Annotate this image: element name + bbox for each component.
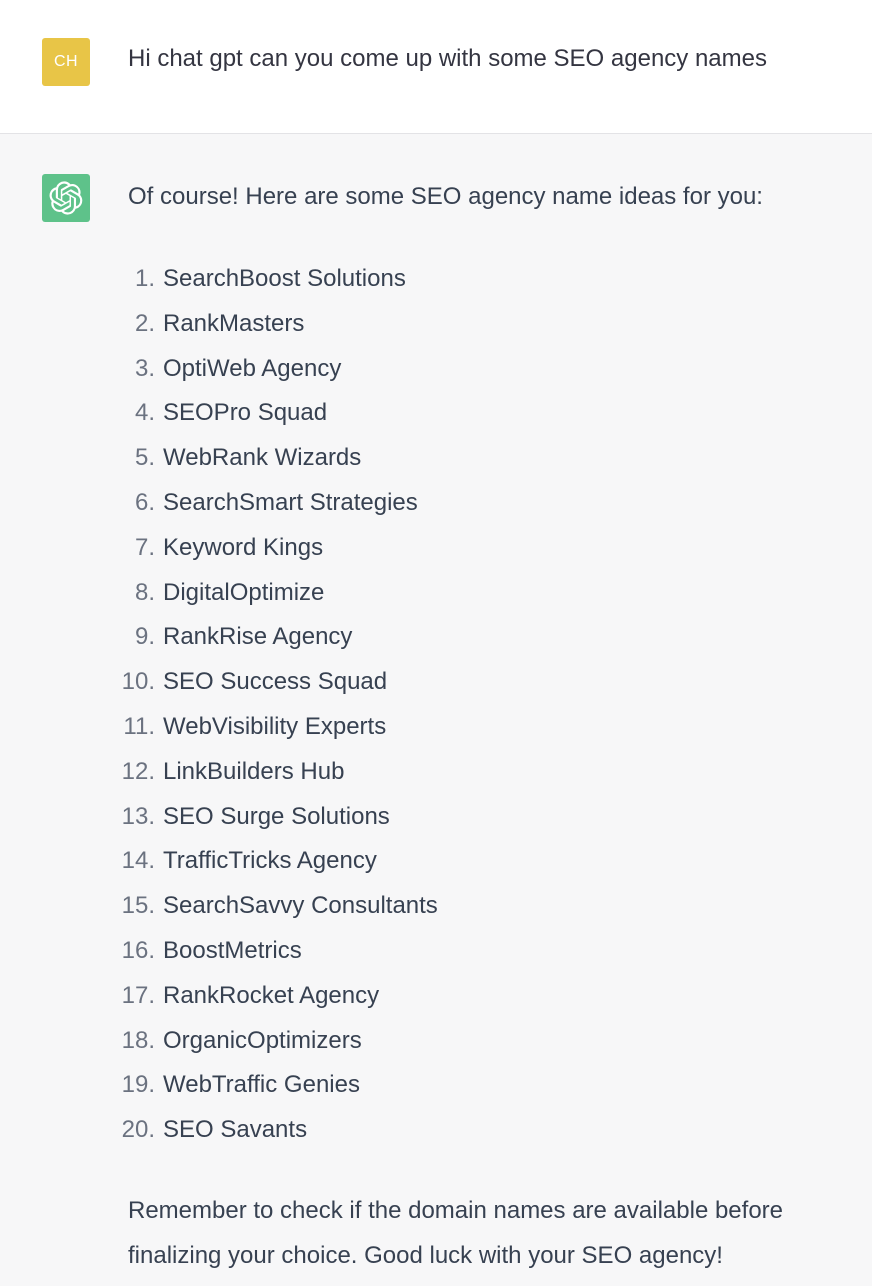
list-item: 10. SEO Success Squad bbox=[122, 660, 838, 705]
list-item: 14. TrafficTricks Agency bbox=[122, 839, 838, 884]
agency-name-list: 1. SearchBoost Solutions 2. RankMasters 3.… bbox=[122, 257, 838, 1153]
list-item: 2. RankMasters bbox=[128, 302, 838, 347]
list-item-name: Keyword Kings bbox=[163, 533, 324, 561]
assistant-message: Of course! Here are some SEO agency name… bbox=[0, 134, 872, 1286]
list-item-number: 1. bbox=[134, 265, 155, 292]
assistant-message-content: Of course! Here are some SEO agency name… bbox=[122, 180, 838, 1278]
list-item-name: WebRank Wizards bbox=[163, 444, 362, 472]
user-avatar-initials: CH bbox=[53, 53, 79, 70]
list-item: 13. SEO Surge Solutions bbox=[122, 795, 838, 840]
list-item-name: BoostMetrics bbox=[163, 936, 302, 964]
list-item-number: 17. bbox=[121, 981, 155, 1009]
list-item: 11. WebVisibility Experts bbox=[123, 705, 838, 750]
openai-logo-icon bbox=[49, 181, 83, 215]
list-item: 4. SEOPro Squad bbox=[128, 391, 838, 436]
list-item-number: 20. bbox=[121, 1116, 155, 1144]
list-item: 1. SearchBoost Solutions bbox=[128, 257, 838, 302]
list-item: 17. RankRocket Agency bbox=[122, 974, 838, 1019]
list-item-name: OrganicOptimizers bbox=[163, 1026, 362, 1054]
list-item-name: RankRise Agency bbox=[163, 623, 353, 651]
list-item-name: SEOPro Squad bbox=[163, 399, 328, 427]
list-item: 15. SearchSavvy Consultants bbox=[122, 884, 838, 929]
list-item-name: SearchSmart Strategies bbox=[163, 488, 418, 516]
list-item-number: 13. bbox=[121, 802, 155, 830]
user-message: CH Hi chat gpt can you come up with some… bbox=[0, 0, 872, 134]
list-item: 8. DigitalOptimize bbox=[128, 571, 838, 616]
list-item-name: SearchBoost Solutions bbox=[163, 265, 406, 292]
list-item-number: 2. bbox=[134, 309, 155, 337]
list-item-number: 6. bbox=[134, 488, 155, 516]
list-item-name: OptiWeb Agency bbox=[163, 354, 342, 382]
assistant-outro-text: Remember to check if the domain names ar… bbox=[128, 1196, 784, 1269]
list-item-number: 11. bbox=[123, 712, 155, 740]
list-item: 20. SEO Savants bbox=[122, 1108, 838, 1153]
list-item-number: 9. bbox=[134, 623, 155, 651]
list-item-number: 8. bbox=[134, 578, 155, 606]
list-item-number: 19. bbox=[121, 1071, 155, 1099]
list-item-number: 12. bbox=[121, 757, 155, 785]
user-message-text: Hi chat gpt can you come up with some SE… bbox=[128, 45, 767, 72]
list-item-name: WebTraffic Genies bbox=[163, 1071, 360, 1099]
list-item: 18. OrganicOptimizers bbox=[122, 1019, 838, 1064]
list-item: 12. LinkBuilders Hub bbox=[122, 750, 838, 795]
list-item-name: SearchSavvy Consultants bbox=[163, 892, 438, 920]
list-item: 16. BoostMetrics bbox=[122, 929, 838, 974]
list-item-name: DigitalOptimize bbox=[163, 578, 325, 606]
list-item: 9. RankRise Agency bbox=[128, 615, 838, 660]
assistant-avatar bbox=[42, 174, 90, 222]
list-item: 3. OptiWeb Agency bbox=[128, 347, 838, 392]
assistant-intro-text: Of course! Here are some SEO agency name… bbox=[128, 183, 763, 210]
user-avatar: CH bbox=[42, 38, 90, 86]
list-item-name: SEO Success Squad bbox=[163, 668, 388, 696]
list-item-name: RankMasters bbox=[163, 309, 305, 337]
list-item-name: RankRocket Agency bbox=[163, 981, 380, 1009]
list-item-number: 10. bbox=[121, 668, 155, 696]
list-item-name: WebVisibility Experts bbox=[163, 712, 387, 740]
list-item-number: 16. bbox=[121, 936, 155, 964]
list-item: 6. SearchSmart Strategies bbox=[128, 481, 838, 526]
list-item-number: 14. bbox=[121, 847, 155, 875]
list-item: 19. WebTraffic Genies bbox=[122, 1063, 838, 1108]
list-item-number: 15. bbox=[121, 892, 155, 920]
list-item-number: 18. bbox=[121, 1026, 155, 1054]
list-item-name: SEO Savants bbox=[163, 1116, 308, 1144]
list-item-number: 7. bbox=[134, 533, 155, 561]
list-item-number: 5. bbox=[134, 444, 155, 472]
list-item: 5. WebRank Wizards bbox=[128, 436, 838, 481]
list-item-name: SEO Surge Solutions bbox=[163, 802, 390, 830]
list-item-name: TrafficTricks Agency bbox=[163, 847, 377, 875]
list-item-number: 4. bbox=[134, 399, 155, 427]
list-item-name: LinkBuilders Hub bbox=[163, 757, 345, 785]
list-item-number: 3. bbox=[134, 354, 155, 382]
list-item: 7. Keyword Kings bbox=[128, 526, 838, 571]
